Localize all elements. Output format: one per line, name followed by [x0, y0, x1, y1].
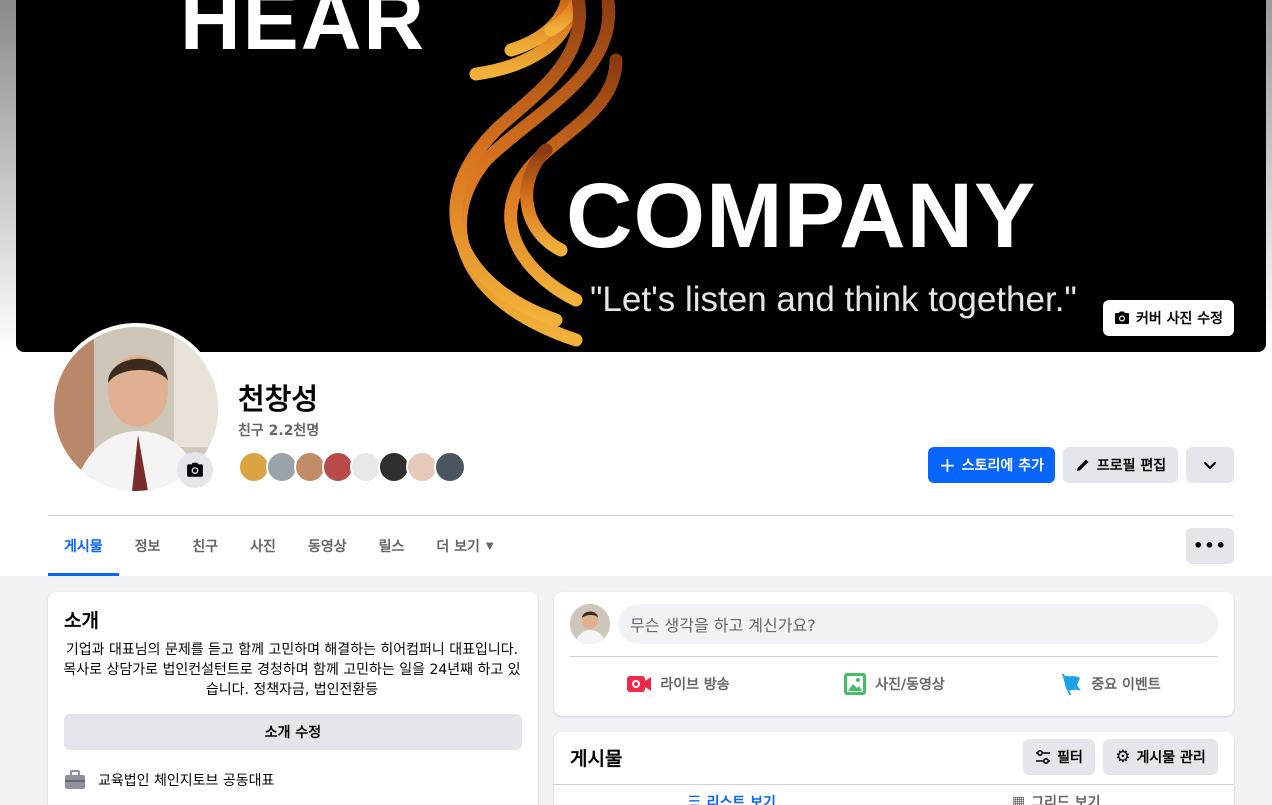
page-edge [0, 0, 16, 352]
gear-icon: ⚙ [1115, 746, 1131, 767]
intro-work-item: 교육법인 체인지토브 공동대표 [64, 770, 274, 790]
live-video-button[interactable]: 라이브 방송 [570, 664, 786, 704]
tab-about[interactable]: 정보 [119, 516, 177, 576]
tab-more-label: 더 보기 [436, 539, 480, 555]
tab-friends[interactable]: 친구 [176, 516, 234, 576]
tab-more[interactable]: 더 보기 ▼ [420, 516, 509, 576]
tab-photos[interactable]: 사진 [234, 516, 292, 576]
composer-avatar[interactable] [570, 604, 610, 644]
add-to-story-label: 스토리에 추가 [961, 458, 1044, 474]
list-icon: ☰ [688, 794, 701, 805]
composer-input[interactable]: 무슨 생각을 하고 계신가요? [618, 604, 1218, 644]
live-video-label: 라이브 방송 [660, 677, 730, 693]
cover-title-company: COMPANY [566, 165, 1037, 267]
plus-icon: + [939, 453, 956, 477]
composer-divider [570, 656, 1218, 657]
friend-count-link[interactable]: 친구 2.2천명 [238, 420, 319, 440]
profile-header: HEAR COMPANY "Let's listen and think tog… [0, 0, 1272, 576]
profile-name: 천창성 [238, 382, 319, 416]
pencil-icon [1076, 459, 1089, 471]
briefcase-icon [65, 770, 85, 789]
posts-divider [554, 784, 1234, 785]
posts-card: 게시물 필터 ⚙ 게시물 관리 ☰ 리스트 보기 ▦ 그리드 보기 [554, 732, 1234, 805]
intro-card: 소개 기업과 대표님의 문제를 듣고 함께 고민하며 해결하는 히어컴퍼니 대표… [48, 592, 538, 805]
filter-button[interactable]: 필터 [1023, 739, 1095, 775]
list-view-label: 리스트 보기 [706, 795, 776, 805]
flag-icon [1062, 674, 1082, 695]
intro-bio: 기업과 대표님의 문제를 듣고 함께 고민하며 해결하는 히어컴퍼니 대표입니다… [63, 642, 521, 698]
list-view-tab[interactable]: ☰ 리스트 보기 [688, 792, 776, 805]
life-event-label: 중요 이벤트 [1091, 677, 1161, 693]
profile-more-dropdown[interactable] [1186, 447, 1234, 483]
life-event-button[interactable]: 중요 이벤트 [1002, 664, 1218, 704]
live-video-icon [627, 676, 652, 692]
grid-view-tab[interactable]: ▦ 그리드 보기 [1012, 792, 1101, 805]
profile-tabs: 게시물 정보 친구 사진 동영상 릴스 더 보기 ▼ [48, 516, 510, 576]
edit-cover-photo-button[interactable]: 커버 사진 수정 [1103, 300, 1234, 336]
ellipsis-icon: ••• [1193, 536, 1227, 555]
intro-title: 소개 [64, 610, 99, 632]
caret-down-icon: ▼ [485, 540, 494, 552]
filter-icon [1036, 749, 1051, 765]
photo-icon [844, 673, 867, 695]
manage-posts-label: 게시물 관리 [1136, 750, 1206, 766]
cover-tagline: "Let's listen and think together." [590, 280, 1077, 319]
add-to-story-button[interactable]: + 스토리에 추가 [928, 447, 1055, 483]
edit-bio-button[interactable]: 소개 수정 [64, 714, 522, 750]
filter-label: 필터 [1057, 750, 1083, 766]
photo-video-button[interactable]: 사진/동영상 [786, 664, 1002, 704]
tabs-more-options-button[interactable]: ••• [1186, 528, 1234, 564]
chevron-down-icon [1203, 461, 1217, 470]
camera-icon [1114, 311, 1129, 324]
cover-photo[interactable]: HEAR COMPANY "Let's listen and think tog… [16, 0, 1266, 352]
friend-avatar[interactable] [434, 451, 466, 483]
posts-title: 게시물 [570, 748, 623, 770]
grid-icon: ▦ [1012, 794, 1026, 805]
composer-actions: 라이브 방송 사진/동영상 중요 이벤트 [570, 664, 1218, 704]
edit-cover-label: 커버 사진 수정 [1135, 311, 1224, 327]
photo-video-label: 사진/동영상 [875, 677, 945, 693]
camera-icon [187, 462, 203, 477]
edit-profile-button[interactable]: 프로필 편집 [1063, 447, 1178, 483]
tab-reels[interactable]: 릴스 [363, 516, 421, 576]
grid-view-label: 그리드 보기 [1031, 795, 1101, 805]
page-edge [1266, 0, 1272, 352]
update-avatar-button[interactable] [177, 452, 213, 488]
profile-photo [570, 604, 610, 644]
tab-videos[interactable]: 동영상 [292, 516, 363, 576]
edit-profile-label: 프로필 편집 [1096, 458, 1167, 474]
intro-work-text: 교육법인 체인지토브 공동대표 [98, 773, 275, 789]
tab-posts[interactable]: 게시물 [48, 516, 119, 576]
composer-card: 무슨 생각을 하고 계신가요? 라이브 방송 사진/동영상 중요 이벤트 [554, 592, 1234, 716]
cover-title-hear: HEAR [180, 0, 427, 67]
manage-posts-button[interactable]: ⚙ 게시물 관리 [1103, 739, 1218, 775]
